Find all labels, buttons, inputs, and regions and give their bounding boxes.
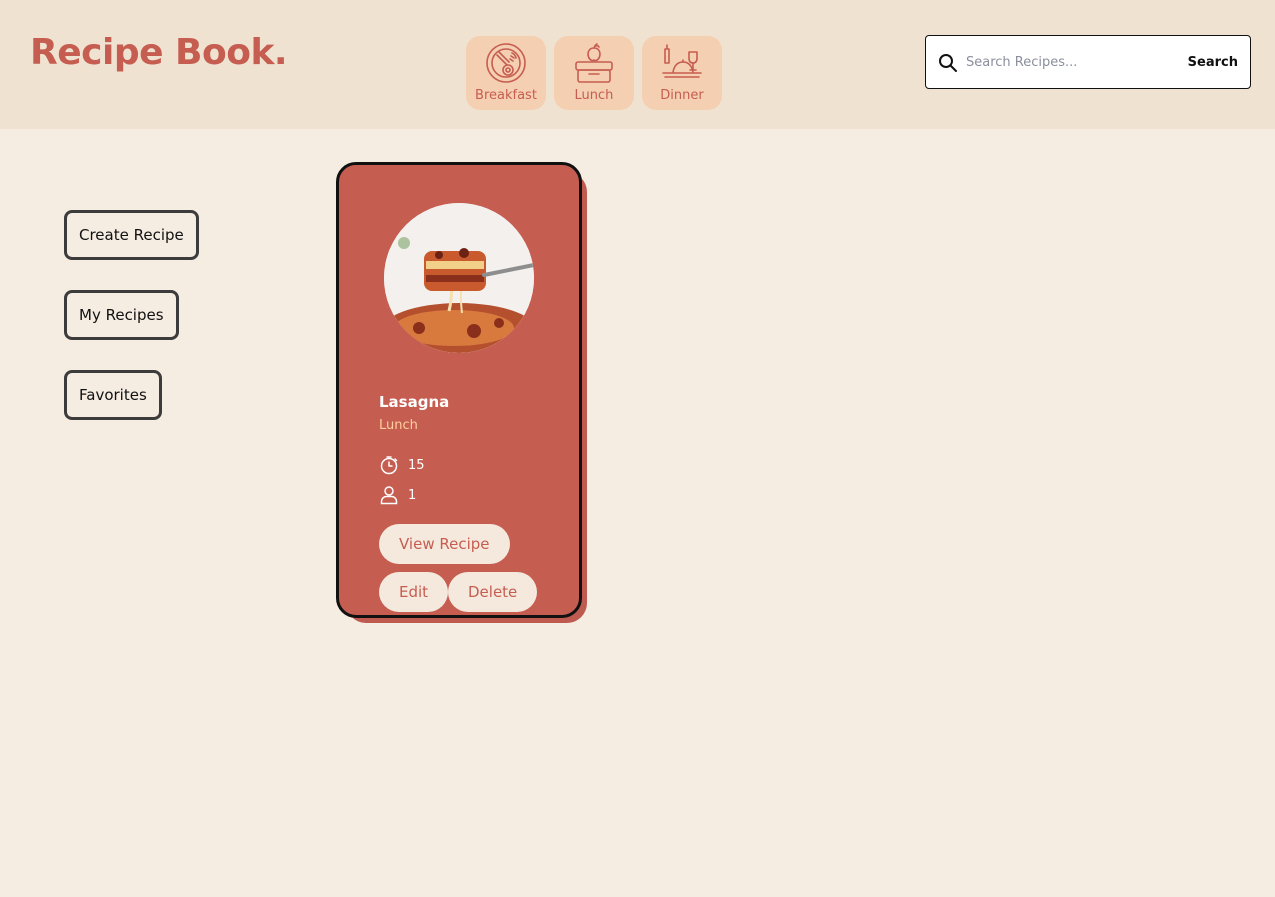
app-logo[interactable]: Recipe Book. [30,32,288,73]
recipe-category: Lunch [379,418,418,433]
search-button[interactable]: Search [1188,51,1238,73]
create-recipe-button[interactable]: Create Recipe [64,210,199,260]
app-header: Recipe Book. Breakfast Lunch Dinner Sear… [0,0,1275,129]
user-icon [380,486,398,505]
category-label: Dinner [660,88,704,103]
category-nav: Breakfast Lunch Dinner [466,36,722,110]
category-breakfast[interactable]: Breakfast [466,36,546,110]
my-recipes-button[interactable]: My Recipes [64,290,179,340]
favorites-button[interactable]: Favorites [64,370,162,420]
search-icon [939,54,957,72]
category-lunch[interactable]: Lunch [554,36,634,110]
lunchbox-icon [575,43,613,83]
timer-icon [380,456,398,475]
search-input[interactable] [966,46,1171,78]
dinner-table-icon [662,44,702,78]
recipe-name: Lasagna [379,393,450,411]
recipe-servings: 1 [379,485,416,505]
recipe-card: Lasagna Lunch 15 1 View Recipe Edit Dele… [336,162,582,618]
category-dinner[interactable]: Dinner [642,36,722,110]
lasagna-image [384,203,534,353]
recipe-photo [384,203,534,353]
category-label: Lunch [574,88,614,103]
view-recipe-button[interactable]: View Recipe [379,524,510,564]
recipe-time-value: 15 [408,457,425,473]
recipe-time: 15 [379,455,425,475]
recipe-servings-value: 1 [408,487,417,503]
breakfast-plate-icon [486,43,526,83]
category-label: Breakfast [475,88,537,103]
edit-button[interactable]: Edit [379,572,449,612]
search-bar: Search [925,35,1251,89]
delete-button[interactable]: Delete [448,572,538,612]
